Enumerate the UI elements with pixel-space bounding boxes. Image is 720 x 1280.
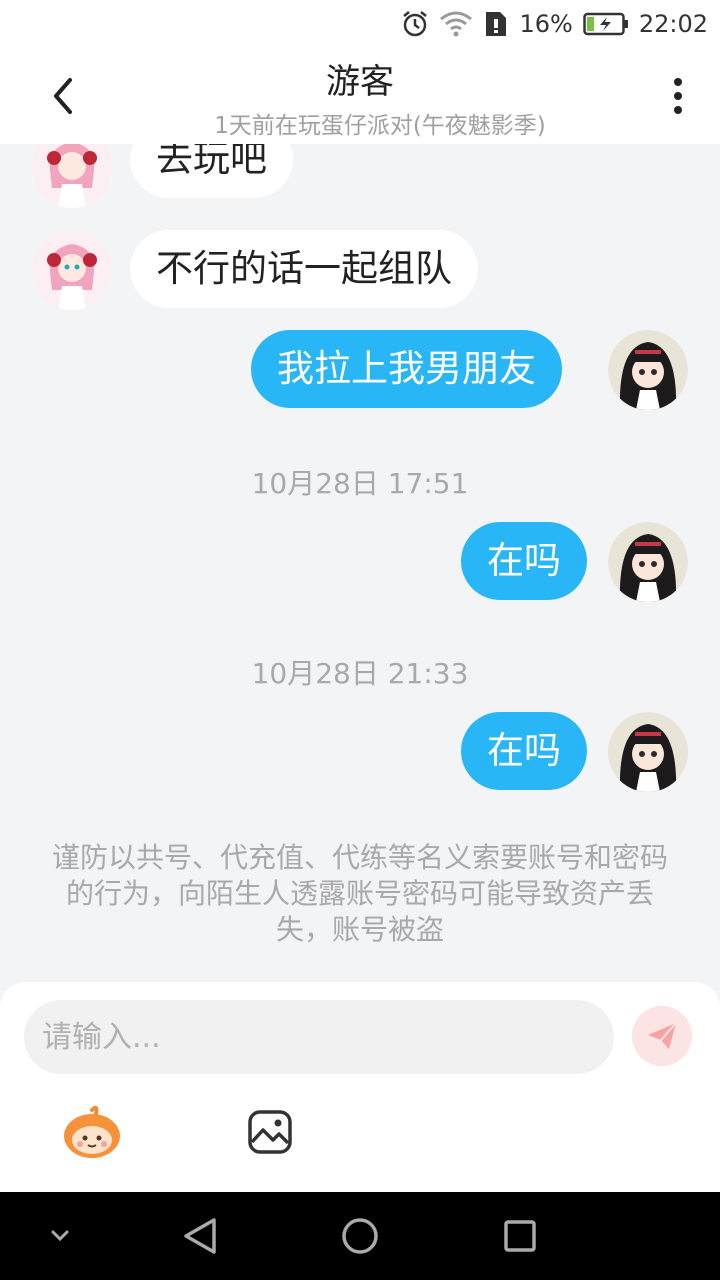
system-navigation-bar <box>0 1192 720 1280</box>
battery-icon <box>583 12 628 36</box>
send-button[interactable] <box>632 1006 692 1066</box>
contact-avatar[interactable] <box>32 144 112 208</box>
message-bubble[interactable]: 在吗 <box>461 712 587 790</box>
image-icon <box>248 1110 292 1154</box>
my-avatar[interactable] <box>608 522 688 602</box>
nav-back-button[interactable] <box>178 1214 222 1258</box>
emoji-button[interactable] <box>60 1104 124 1160</box>
alarm-icon <box>403 11 428 37</box>
wifi-icon <box>440 11 473 37</box>
chat-header: 游客 1天前在玩蛋仔派对(午夜魅影季) <box>0 48 720 144</box>
nav-recents-icon <box>504 1220 536 1252</box>
more-icon <box>674 78 682 114</box>
more-button[interactable] <box>658 66 698 126</box>
nav-home-button[interactable] <box>338 1214 382 1258</box>
battery-percent: 16% <box>519 10 573 38</box>
nav-back-icon <box>184 1218 216 1254</box>
message-bubble[interactable]: 去玩吧 <box>130 144 293 198</box>
nav-hide-button[interactable] <box>38 1214 82 1258</box>
my-avatar[interactable] <box>608 712 688 792</box>
message-timestamp: 10月28日 21:33 <box>251 657 469 690</box>
contact-avatar[interactable] <box>32 230 112 310</box>
sim-icon <box>486 12 507 36</box>
message-bubble[interactable]: 不行的话一起组队 <box>130 230 478 308</box>
input-panel <box>0 982 720 1192</box>
clock: 22:02 <box>638 10 708 38</box>
chat-messages[interactable]: 去玩吧 不行的话一起组队 我拉上我男朋友 10月28日 17:51 在吗 10月… <box>0 144 720 980</box>
safety-notice: 谨防以共号、代充值、代练等名义索要账号和密码的行为，向陌生人透露账号密码可能导致… <box>51 841 668 946</box>
emoji-icon <box>64 1105 120 1158</box>
message-timestamp: 10月28日 17:51 <box>251 467 469 500</box>
status-bar: 16% 22:02 <box>0 0 720 48</box>
message-input[interactable] <box>24 1000 614 1074</box>
message-bubble[interactable]: 我拉上我男朋友 <box>251 330 562 408</box>
my-avatar[interactable] <box>608 330 688 410</box>
nav-hide-icon <box>51 1230 69 1242</box>
send-icon <box>648 1022 677 1049</box>
page-title: 游客 <box>326 62 394 102</box>
presence-status: 1天前在玩蛋仔派对(午夜魅影季) <box>214 113 546 139</box>
nav-home-icon <box>342 1218 378 1254</box>
message-bubble[interactable]: 在吗 <box>461 522 587 600</box>
image-button[interactable] <box>246 1108 294 1156</box>
nav-recents-button[interactable] <box>498 1214 542 1258</box>
